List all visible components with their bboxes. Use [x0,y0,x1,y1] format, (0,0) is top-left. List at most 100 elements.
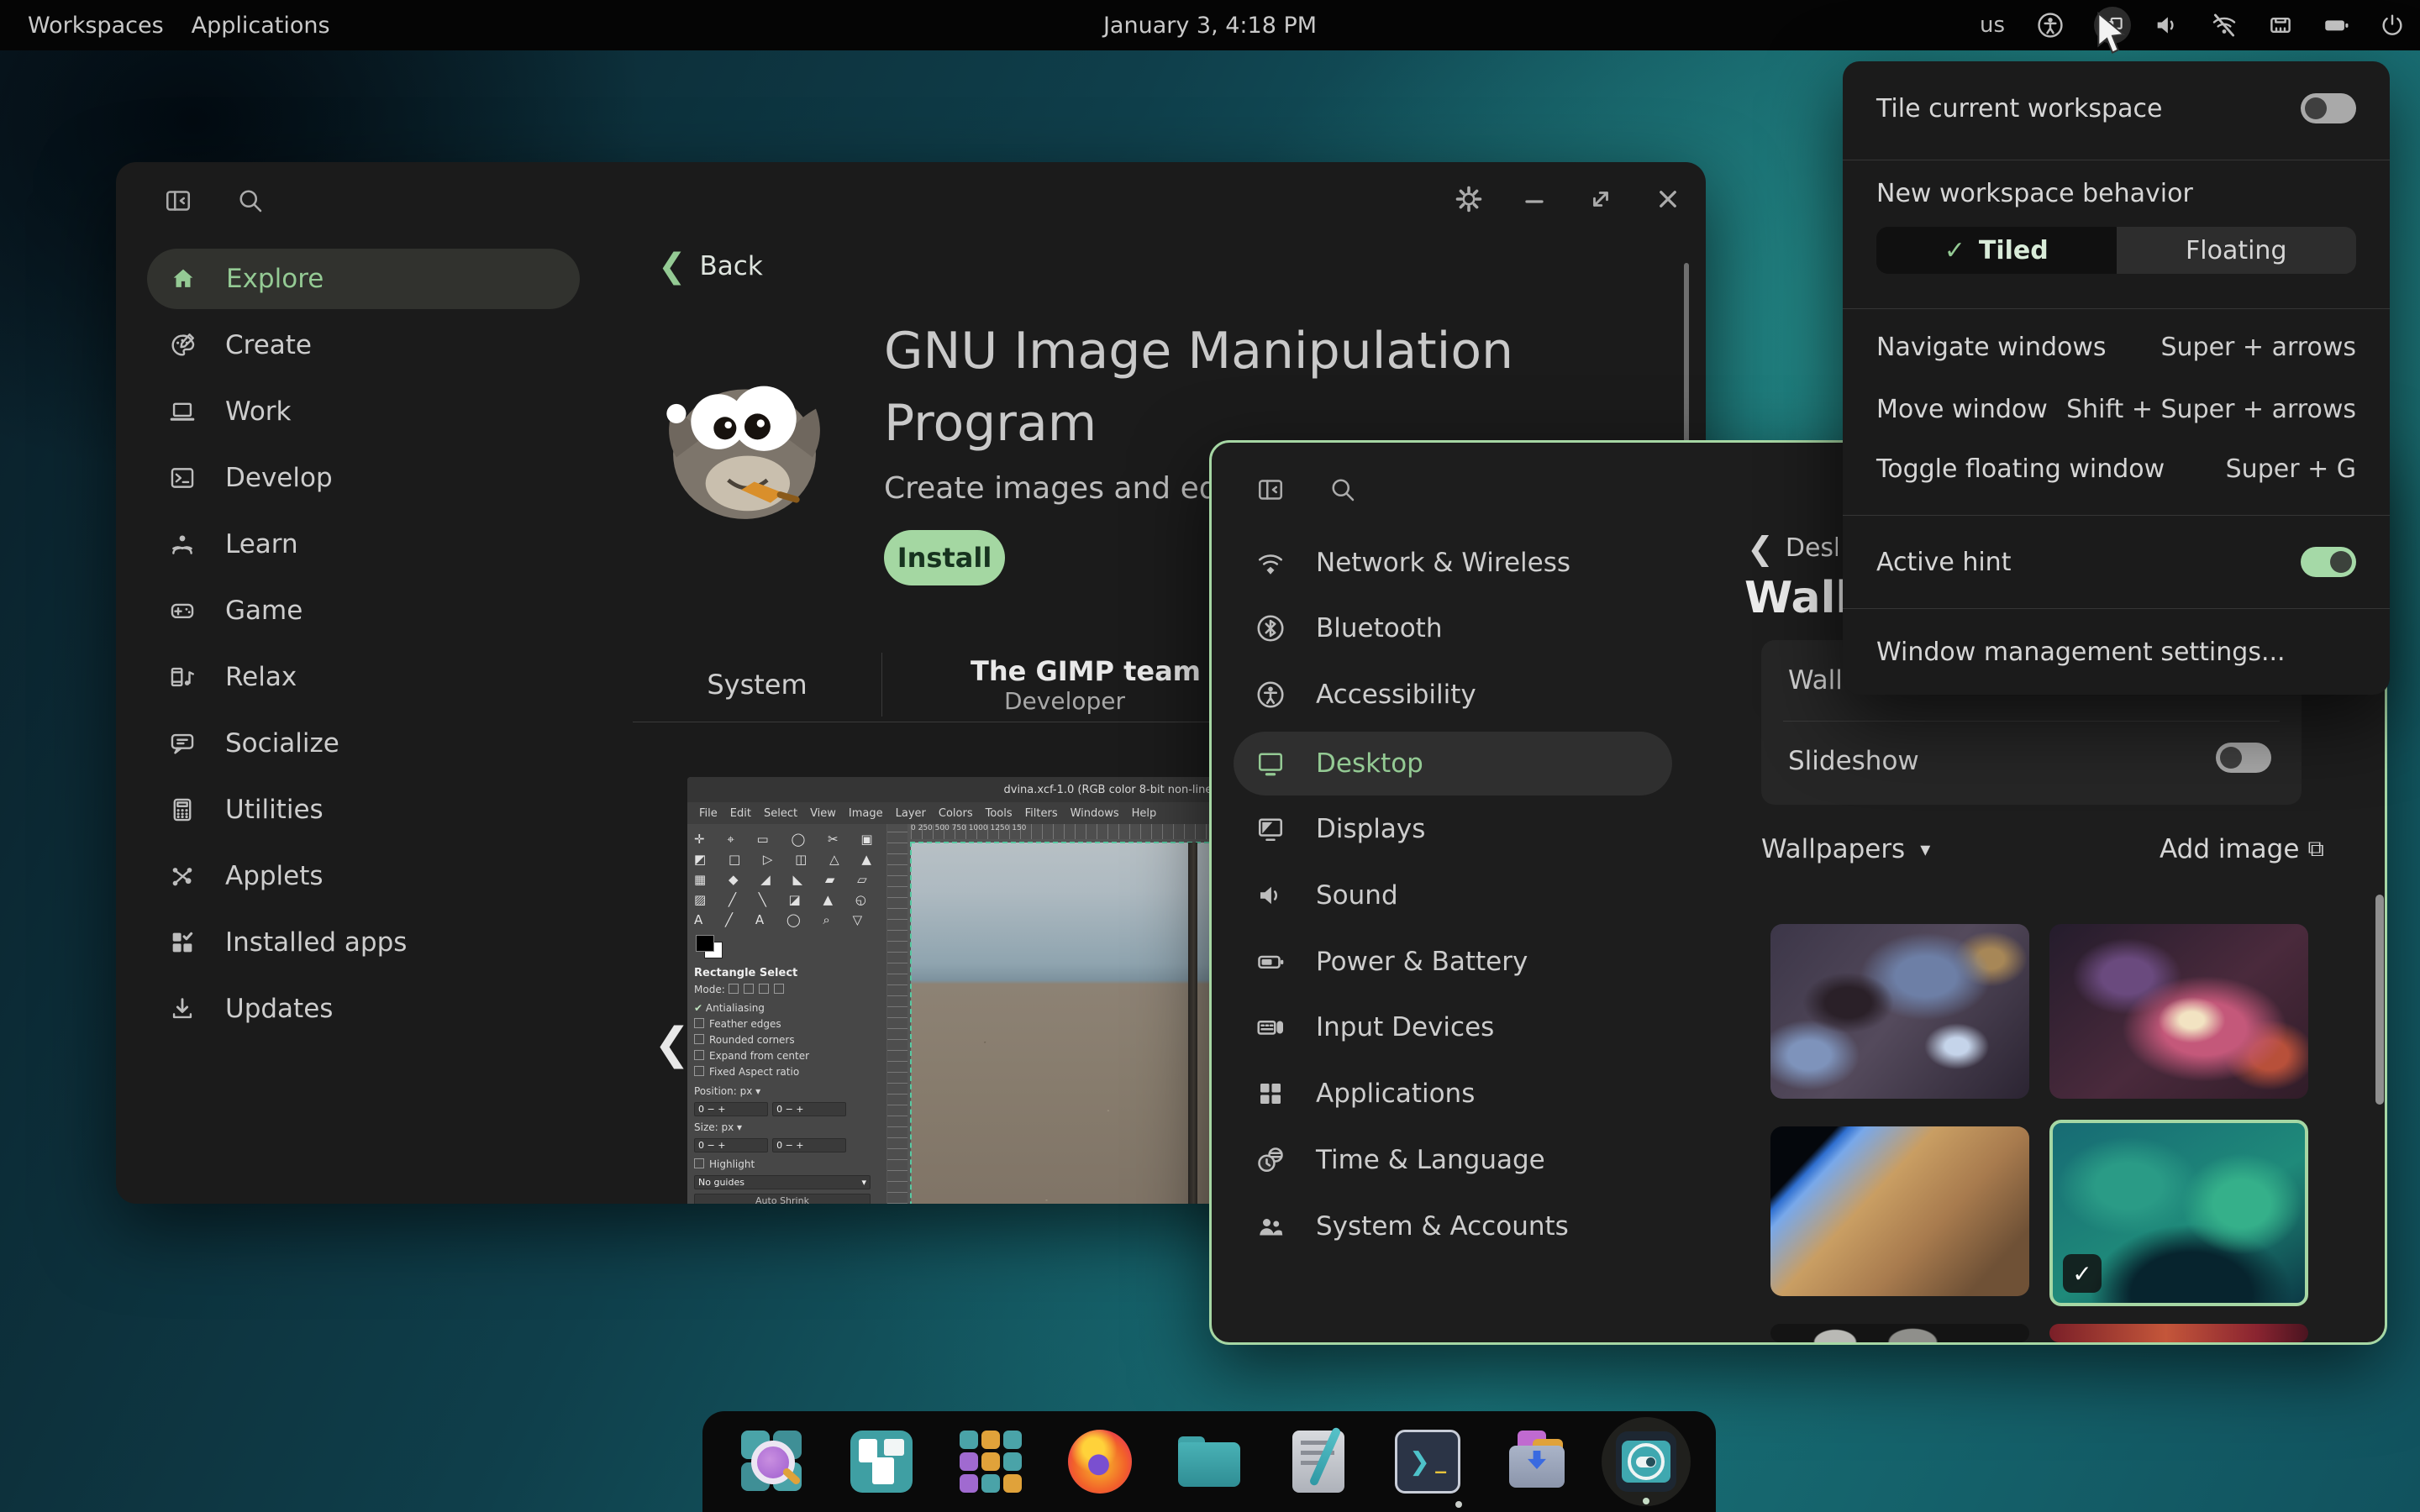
dock-item-terminal[interactable]: ❯_ [1381,1415,1474,1508]
install-button[interactable]: Install [884,530,1005,585]
settings-item-power[interactable]: Power & Battery [1255,929,1528,995]
calculator-icon [168,795,197,824]
dock-item-app-library[interactable] [944,1415,1037,1508]
wifi-off-icon[interactable] [2210,11,2238,39]
gimp-guides-dropdown[interactable]: No guides ▾ [694,1175,871,1189]
sidebar-item-game[interactable]: Game [168,580,302,641]
segment-tiled[interactable]: ✓ Tiled [1876,227,2117,274]
window-management-settings-link[interactable]: Window management settings... [1876,638,2286,667]
slideshow-toggle[interactable] [2216,743,2271,773]
sidebar-item-label: Create [225,330,312,360]
battery-icon[interactable] [2322,11,2350,39]
wallpaper-thumb-green-aurora[interactable]: ✓ [2049,1120,2308,1306]
wallpaper-thumb-earth-horizon[interactable] [1770,1126,2029,1296]
settings-item-label: Power & Battery [1316,947,1528,977]
sidebar-item-installed-apps[interactable]: Installed apps [168,912,407,973]
caret-down-icon: ▾ [1920,837,1930,861]
reader-icon [168,530,197,559]
wallpaper-thumb-red-nebula[interactable] [2049,1324,2308,1342]
sidebar-item-relax[interactable]: Relax [168,647,297,707]
carousel-prev-button[interactable]: ❮ [654,1019,691,1069]
dock-item-store[interactable] [1491,1415,1583,1508]
chevron-left-icon: ❮ [1747,537,1774,560]
search-icon[interactable] [1328,475,1358,505]
settings-item-label: Sound [1316,880,1398,911]
gear-icon[interactable] [1454,184,1484,214]
wifi-icon [1255,548,1286,578]
sidebar-item-work[interactable]: Work [168,381,292,442]
wallpaper-thumb-starfield-nebula[interactable] [1770,924,2029,1099]
source-selector[interactable]: System [633,648,881,722]
dock-item-launcher[interactable] [726,1415,818,1508]
scrollbar[interactable] [2375,895,2384,1105]
app-logo-gimp [647,354,842,540]
tiling-applet-popup: Tile current workspace New workspace beh… [1843,61,2390,695]
dock-item-workspaces[interactable] [835,1415,928,1508]
sidebar-toggle-icon[interactable] [1255,475,1286,505]
gimp-ruler-v [887,824,908,1204]
sidebar-item-updates[interactable]: Updates [168,979,333,1039]
close-button[interactable] [1653,184,1683,214]
workspaces-menu[interactable]: Workspaces [28,13,164,39]
gimp-autoshrink-button[interactable]: Auto Shrink [694,1194,871,1204]
sidebar-item-develop[interactable]: Develop [168,448,333,508]
divider [1783,721,2280,722]
settings-item-network[interactable]: Network & Wireless [1255,530,1570,596]
tile-workspace-toggle[interactable] [2301,93,2356,123]
sidebar-item-utilities[interactable]: Utilities [168,780,324,840]
settings-item-applications[interactable]: Applications [1255,1061,1475,1126]
settings-item-time[interactable]: Time & Language [1255,1127,1545,1193]
segment-floating[interactable]: Floating [2117,227,2357,274]
developer-info: The GIMP team Developer [882,648,1219,722]
active-hint-toggle[interactable] [2301,547,2356,577]
dock-item-firefox[interactable] [1054,1415,1146,1508]
maximize-button[interactable] [1586,184,1616,214]
dock-item-files[interactable] [1163,1415,1255,1508]
wallpapers-dropdown[interactable]: Wallpapers ▾ [1761,834,1930,864]
media-icon [168,663,197,691]
settings-item-label: Displays [1316,814,1425,844]
installed-icon [168,928,197,957]
sidebar-item-applets[interactable]: Applets [168,846,324,906]
sidebar-item-learn[interactable]: Learn [168,514,298,575]
bluetooth-icon [1255,613,1286,643]
dock-item-text-editor[interactable] [1272,1415,1365,1508]
settings-item-input[interactable]: Input Devices [1255,995,1494,1060]
settings-item-label: Accessibility [1316,680,1476,710]
back-button[interactable]: ❮ Back [658,251,763,281]
sidebar-item-label: Develop [225,463,333,493]
applications-menu[interactable]: Applications [192,13,330,39]
settings-item-label: Network & Wireless [1316,548,1570,578]
accessibility-icon[interactable] [2036,11,2065,39]
volume-icon[interactable] [2153,11,2181,39]
sidebar-item-socialize[interactable]: Socialize [168,713,339,774]
check-icon: ✓ [1944,236,1965,265]
dock-item-settings[interactable] [1600,1415,1692,1508]
settings-item-bluetooth[interactable]: Bluetooth [1255,596,1443,661]
keyboard-layout-indicator[interactable]: us [1980,13,2005,38]
add-image-button[interactable]: Add image ⧉ [2160,834,2324,864]
home-icon [169,265,197,293]
sidebar-item-label: Explore [226,264,324,294]
settings-item-sound[interactable]: Sound [1255,863,1398,928]
wallpaper-thumb-moon-rocks[interactable] [1770,1324,2029,1342]
search-icon[interactable] [235,186,266,216]
wallpaper-thumb-orion-nebula[interactable] [2049,924,2308,1099]
sidebar-toggle-icon[interactable] [163,186,193,216]
battery-icon [1255,947,1286,977]
settings-item-accounts[interactable]: System & Accounts [1255,1194,1569,1259]
settings-item-desktop[interactable]: Desktop [1234,732,1672,795]
updates-icon [168,995,197,1023]
settings-item-displays[interactable]: Displays [1255,796,1425,862]
power-icon[interactable] [2378,11,2407,39]
chat-icon [168,729,197,758]
clock[interactable]: January 3, 4:18 PM [1103,0,1317,50]
settings-item-accessibility[interactable]: Accessibility [1255,662,1476,727]
divider [1843,515,2390,516]
sidebar-item-create[interactable]: Create [168,315,312,375]
minimize-button[interactable] [1519,184,1549,214]
gimp-toolbox: ✛ ⌖ ▭ ◯ ✂ ▣ ◩ □ ▷ ◫ △ ▲ ▦ ◆ ◢ ◣ ▰ ▱ ▨ ╱ … [687,824,887,1204]
settings-back-button[interactable]: ❮ Desktop [1747,533,1838,563]
ethernet-icon[interactable] [2266,11,2295,39]
sidebar-item-explore[interactable]: Explore [147,249,580,309]
